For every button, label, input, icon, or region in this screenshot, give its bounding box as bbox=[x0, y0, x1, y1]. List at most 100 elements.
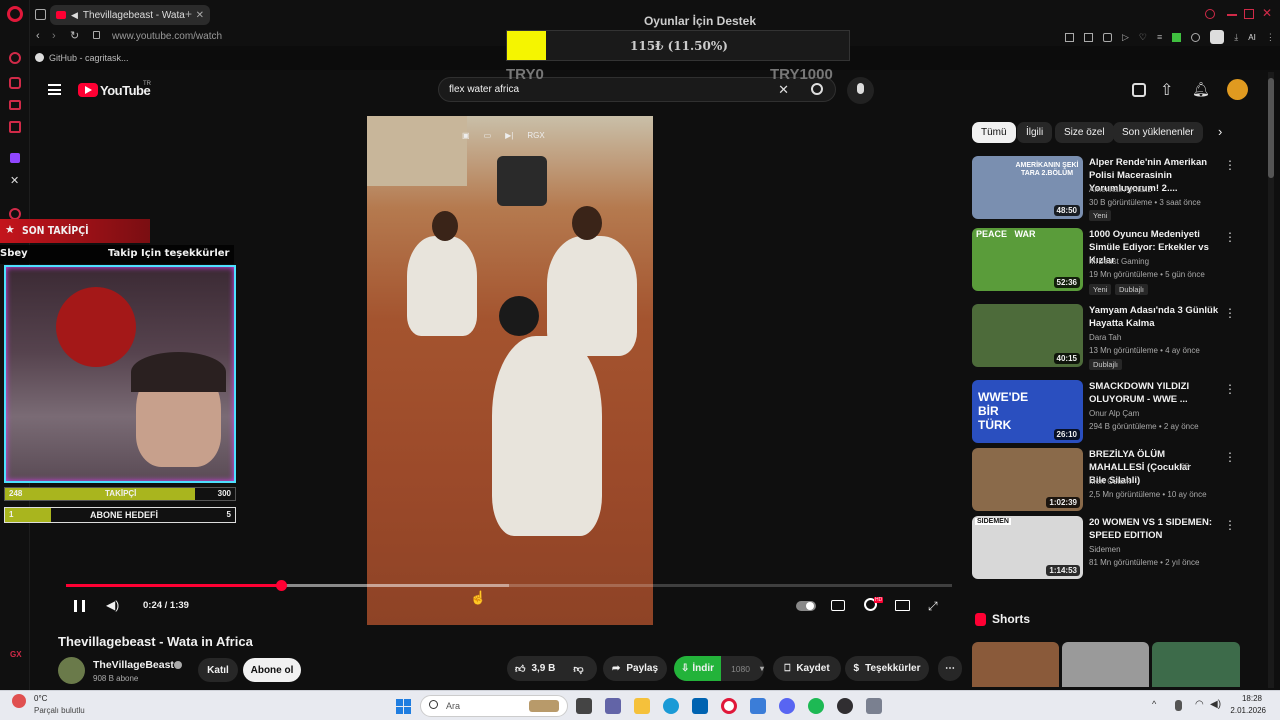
share-button[interactable]: ➦ Paylaş bbox=[603, 656, 667, 681]
rec-title[interactable]: Yamyam Adası'nda 3 Günlük Hayatta Kalma bbox=[1089, 304, 1229, 330]
opera-gx-icon[interactable] bbox=[721, 698, 737, 714]
channel-name[interactable]: TheVillageBeast bbox=[93, 659, 174, 671]
video-frame[interactable]: ▣ ▭ ▶| RGX bbox=[367, 116, 653, 625]
subtitles-icon[interactable] bbox=[831, 600, 845, 611]
rec-thumbnail[interactable]: AMERİKANIN ŞEKİ TARA 2.BÖLÜM 48:50 bbox=[972, 156, 1083, 219]
avatar[interactable] bbox=[1227, 79, 1248, 100]
rec-channel[interactable]: Mert Öztürk bbox=[1089, 477, 1131, 486]
rec-thumbnail[interactable]: SIDEMEN 1:14:53 bbox=[972, 516, 1083, 579]
rec-thumbnail[interactable]: 1:02:39 bbox=[972, 448, 1083, 511]
voice-search-button[interactable] bbox=[847, 77, 874, 104]
profile-icon[interactable] bbox=[1210, 30, 1225, 44]
next-icon[interactable]: ▶| bbox=[505, 131, 513, 140]
bookmark-github[interactable]: GitHub - cagritask... bbox=[49, 53, 129, 63]
back-icon[interactable]: ‹ bbox=[36, 30, 40, 42]
short-thumbnail[interactable] bbox=[1062, 642, 1149, 687]
rec-thumbnail[interactable]: WWE'DE BİR TÜRK 26:10 bbox=[972, 380, 1083, 443]
chevron-right-icon[interactable]: › bbox=[1218, 124, 1222, 139]
download-ext-icon[interactable] bbox=[1172, 32, 1182, 42]
fullscreen-icon[interactable]: ⤢ bbox=[928, 599, 938, 614]
clock-time[interactable]: 18:28 bbox=[1232, 694, 1262, 703]
x-twitter-icon[interactable]: ✕ bbox=[10, 174, 19, 187]
rec-item[interactable]: WWE'DE BİR TÜRK 26:10 SMACKDOWN YILDIZI O… bbox=[972, 380, 1242, 444]
opera-logo-icon[interactable] bbox=[7, 6, 23, 22]
hamburger-icon[interactable] bbox=[48, 84, 61, 95]
rec-menu-icon[interactable]: ⋮ bbox=[1224, 382, 1236, 396]
snapshot-icon[interactable] bbox=[1084, 32, 1093, 42]
volume-tray-icon[interactable]: ◀) bbox=[1210, 699, 1221, 710]
weather-icon[interactable] bbox=[12, 694, 26, 708]
join-button[interactable]: Katıl bbox=[198, 658, 238, 682]
rec-thumbnail[interactable]: PEACE WAR 52:36 bbox=[972, 228, 1083, 291]
wifi-icon[interactable]: ◠ bbox=[1195, 699, 1204, 710]
subscribe-button[interactable]: Abone ol bbox=[243, 658, 301, 682]
heart-icon[interactable]: ♡ bbox=[1139, 32, 1147, 43]
chip-related[interactable]: İlgili bbox=[1017, 122, 1053, 143]
notifications-bell-icon[interactable]: 🔔︎ bbox=[1192, 81, 1210, 98]
rec-channel[interactable]: Onur Alp Çam bbox=[1089, 409, 1139, 418]
short-thumbnail[interactable] bbox=[1152, 642, 1240, 687]
create-icon[interactable] bbox=[1132, 83, 1146, 97]
rec-menu-icon[interactable]: ⋮ bbox=[1224, 230, 1236, 244]
short-thumbnail[interactable] bbox=[972, 642, 1059, 687]
search-icon[interactable] bbox=[811, 83, 823, 95]
clear-search-icon[interactable]: ✕ bbox=[778, 82, 789, 98]
rec-item[interactable]: 1:02:39 BREZİLYA ÖLÜM MAHALLESİ (Çocukla… bbox=[972, 448, 1242, 512]
twitch-icon[interactable] bbox=[10, 153, 20, 163]
forward-icon[interactable]: › bbox=[52, 30, 56, 42]
channel-avatar[interactable] bbox=[58, 657, 85, 684]
rec-menu-icon[interactable]: ⋮ bbox=[1224, 518, 1236, 532]
menu-icon[interactable]: ≡ bbox=[1157, 32, 1162, 42]
store-icon[interactable] bbox=[692, 698, 708, 714]
rec-title[interactable]: SMACKDOWN YILDIZI OLUYORUM - WWE ... bbox=[1089, 380, 1229, 406]
download-icon[interactable]: ⤓ bbox=[1234, 32, 1238, 43]
shield-icon[interactable] bbox=[1103, 32, 1112, 42]
chip-for-you[interactable]: Size özel bbox=[1055, 122, 1114, 143]
chevron-down-icon[interactable]: ▾ bbox=[760, 664, 764, 673]
rec-item[interactable]: PEACE WAR 52:36 1000 Oyuncu Medeniyeti Si… bbox=[972, 228, 1242, 295]
rec-channel[interactable]: MrBeast Gaming bbox=[1089, 257, 1149, 266]
close-window-icon[interactable]: ✕ bbox=[1262, 6, 1272, 20]
play-icon[interactable]: ▷ bbox=[1122, 32, 1129, 43]
rec-channel[interactable]: Dara Tah bbox=[1089, 333, 1121, 342]
spotify-icon[interactable] bbox=[808, 698, 824, 714]
reload-icon[interactable]: ↻ bbox=[70, 29, 79, 42]
pause-icon[interactable] bbox=[74, 600, 85, 612]
download-quality[interactable]: 1080 bbox=[731, 664, 750, 674]
theater-mode-icon[interactable] bbox=[895, 600, 910, 611]
tab-menu-icon[interactable] bbox=[35, 9, 46, 20]
chip-recent[interactable]: Son yüklenenler bbox=[1113, 122, 1203, 143]
rec-channel[interactable]: Amerikali Aynasiz bbox=[1089, 185, 1152, 194]
mic-tray-icon[interactable] bbox=[1175, 700, 1182, 711]
gx-corner-icon[interactable] bbox=[9, 121, 21, 133]
minimize-icon[interactable] bbox=[1227, 14, 1237, 16]
puzzle-icon[interactable] bbox=[1191, 32, 1201, 42]
more-actions-button[interactable]: ⋯ bbox=[938, 656, 962, 681]
search-tabs-icon[interactable] bbox=[1205, 9, 1215, 19]
ai-icon[interactable]: AI bbox=[1248, 33, 1256, 42]
thanks-button[interactable]: $ Teşekkürler bbox=[845, 656, 929, 681]
aria-icon[interactable] bbox=[9, 77, 21, 89]
cast-icon[interactable]: ▭ bbox=[484, 131, 492, 140]
upload-icon[interactable]: ⇧ bbox=[1160, 80, 1173, 100]
clock-date[interactable]: 2.01.2026 bbox=[1222, 706, 1266, 715]
seek-handle[interactable] bbox=[275, 580, 287, 591]
file-explorer-icon[interactable] bbox=[634, 698, 650, 714]
rec-channel[interactable]: Sidemen bbox=[1089, 545, 1121, 554]
save-button[interactable]: ⎕ Kaydet bbox=[773, 656, 841, 681]
edge-icon[interactable] bbox=[663, 698, 679, 714]
history-icon[interactable] bbox=[9, 52, 21, 64]
rec-item[interactable]: SIDEMEN 1:14:53 20 WOMEN VS 1 SIDEMEN: SP… bbox=[972, 516, 1242, 580]
youtube-logo-icon[interactable] bbox=[78, 83, 98, 97]
extension-icon[interactable] bbox=[1065, 32, 1074, 42]
teams-icon[interactable] bbox=[605, 698, 621, 714]
scrollbar[interactable] bbox=[1268, 72, 1274, 688]
tray-chevron-icon[interactable]: ^ bbox=[1152, 699, 1156, 709]
rec-item[interactable]: 40:15 Yamyam Adası'nda 3 Günlük Hayatta … bbox=[972, 304, 1242, 370]
miniplayer-icon[interactable]: ▣ bbox=[462, 131, 470, 140]
discord-icon[interactable] bbox=[779, 698, 795, 714]
taskbar-search[interactable]: Ara bbox=[420, 695, 568, 717]
rec-item[interactable]: AMERİKANIN ŞEKİ TARA 2.BÖLÜM 48:50 Alper … bbox=[972, 156, 1242, 221]
volume-icon[interactable]: ◀) bbox=[106, 598, 119, 612]
maximize-icon[interactable] bbox=[1244, 9, 1254, 19]
